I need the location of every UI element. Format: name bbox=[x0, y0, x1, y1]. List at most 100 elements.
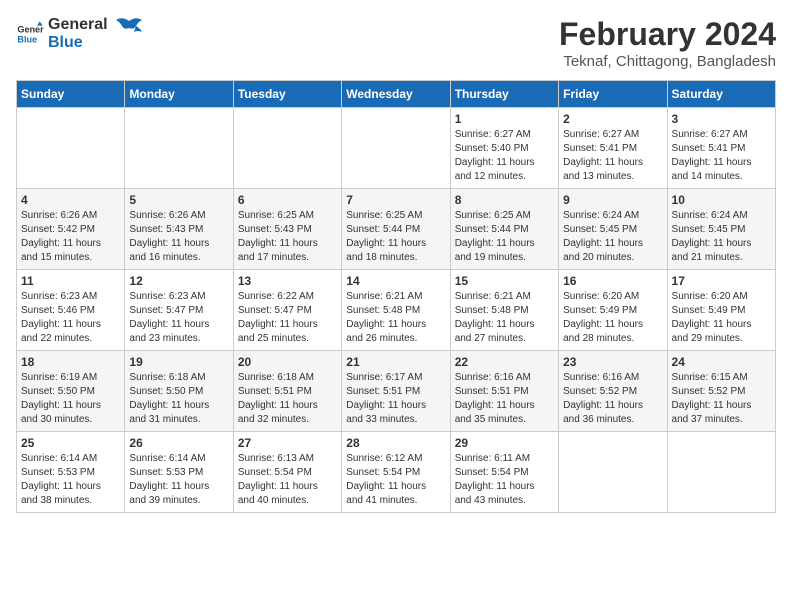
page-header: General Blue General Blue February 2024 … bbox=[16, 16, 776, 70]
day-number: 29 bbox=[455, 436, 554, 450]
calendar-cell bbox=[342, 108, 450, 189]
day-number: 3 bbox=[672, 112, 771, 126]
calendar-cell: 28 Sunrise: 6:12 AM Sunset: 5:54 PM Dayli… bbox=[342, 432, 450, 513]
calendar-cell: 25 Sunrise: 6:14 AM Sunset: 5:53 PM Dayli… bbox=[17, 432, 125, 513]
calendar-cell: 2 Sunrise: 6:27 AM Sunset: 5:41 PM Daylig… bbox=[559, 108, 667, 189]
day-number: 13 bbox=[238, 274, 337, 288]
day-info: Sunrise: 6:25 AM Sunset: 5:43 PM Dayligh… bbox=[238, 209, 337, 265]
day-number: 22 bbox=[455, 355, 554, 369]
calendar-cell bbox=[233, 108, 341, 189]
title-block: February 2024 Teknaf, Chittagong, Bangla… bbox=[559, 16, 776, 70]
day-number: 19 bbox=[129, 355, 228, 369]
day-info: Sunrise: 6:16 AM Sunset: 5:52 PM Dayligh… bbox=[563, 371, 662, 427]
calendar-week-row: 18 Sunrise: 6:19 AM Sunset: 5:50 PM Dayli… bbox=[17, 351, 776, 432]
day-info: Sunrise: 6:14 AM Sunset: 5:53 PM Dayligh… bbox=[129, 452, 228, 508]
calendar-cell: 10Sunrise: 6:24 AM Sunset: 5:45 PM Dayli… bbox=[667, 189, 775, 270]
calendar-cell: 18 Sunrise: 6:19 AM Sunset: 5:50 PM Dayli… bbox=[17, 351, 125, 432]
column-header-wednesday: Wednesday bbox=[342, 81, 450, 108]
day-number: 11 bbox=[21, 274, 120, 288]
logo-bird-icon bbox=[114, 16, 144, 44]
calendar-cell: 12 Sunrise: 6:23 AM Sunset: 5:47 PM Dayli… bbox=[125, 270, 233, 351]
day-number: 17 bbox=[672, 274, 771, 288]
day-number: 24 bbox=[672, 355, 771, 369]
day-number: 16 bbox=[563, 274, 662, 288]
calendar-cell: 14Sunrise: 6:21 AM Sunset: 5:48 PM Dayli… bbox=[342, 270, 450, 351]
calendar-cell: 4 Sunrise: 6:26 AM Sunset: 5:42 PM Daylig… bbox=[17, 189, 125, 270]
day-number: 9 bbox=[563, 193, 662, 207]
logo-general: General bbox=[48, 16, 108, 34]
calendar-cell: 15 Sunrise: 6:21 AM Sunset: 5:48 PM Dayli… bbox=[450, 270, 558, 351]
day-number: 25 bbox=[21, 436, 120, 450]
calendar-cell bbox=[559, 432, 667, 513]
column-header-thursday: Thursday bbox=[450, 81, 558, 108]
calendar-cell: 7Sunrise: 6:25 AM Sunset: 5:44 PM Daylig… bbox=[342, 189, 450, 270]
day-number: 18 bbox=[21, 355, 120, 369]
day-number: 21 bbox=[346, 355, 445, 369]
day-info: Sunrise: 6:17 AM Sunset: 5:51 PM Dayligh… bbox=[346, 371, 445, 427]
day-number: 8 bbox=[455, 193, 554, 207]
day-info: Sunrise: 6:18 AM Sunset: 5:51 PM Dayligh… bbox=[238, 371, 337, 427]
calendar-cell: 1Sunrise: 6:27 AM Sunset: 5:40 PM Daylig… bbox=[450, 108, 558, 189]
calendar-cell bbox=[125, 108, 233, 189]
logo-blue: Blue bbox=[48, 34, 108, 52]
day-info: Sunrise: 6:11 AM Sunset: 5:54 PM Dayligh… bbox=[455, 452, 554, 508]
day-info: Sunrise: 6:24 AM Sunset: 5:45 PM Dayligh… bbox=[672, 209, 771, 265]
calendar-cell: 19 Sunrise: 6:18 AM Sunset: 5:50 PM Dayli… bbox=[125, 351, 233, 432]
day-info: Sunrise: 6:15 AM Sunset: 5:52 PM Dayligh… bbox=[672, 371, 771, 427]
day-info: Sunrise: 6:25 AM Sunset: 5:44 PM Dayligh… bbox=[455, 209, 554, 265]
calendar-cell: 17Sunrise: 6:20 AM Sunset: 5:49 PM Dayli… bbox=[667, 270, 775, 351]
day-info: Sunrise: 6:21 AM Sunset: 5:48 PM Dayligh… bbox=[346, 290, 445, 346]
day-number: 26 bbox=[129, 436, 228, 450]
calendar-cell: 26 Sunrise: 6:14 AM Sunset: 5:53 PM Dayli… bbox=[125, 432, 233, 513]
day-info: Sunrise: 6:26 AM Sunset: 5:43 PM Dayligh… bbox=[129, 209, 228, 265]
day-info: Sunrise: 6:26 AM Sunset: 5:42 PM Dayligh… bbox=[21, 209, 120, 265]
calendar-cell: 22 Sunrise: 6:16 AM Sunset: 5:51 PM Dayli… bbox=[450, 351, 558, 432]
day-number: 27 bbox=[238, 436, 337, 450]
day-info: Sunrise: 6:21 AM Sunset: 5:48 PM Dayligh… bbox=[455, 290, 554, 346]
calendar-week-row: 11 Sunrise: 6:23 AM Sunset: 5:46 PM Dayli… bbox=[17, 270, 776, 351]
calendar-cell: 6Sunrise: 6:25 AM Sunset: 5:43 PM Daylig… bbox=[233, 189, 341, 270]
day-number: 4 bbox=[21, 193, 120, 207]
day-number: 28 bbox=[346, 436, 445, 450]
logo-icon: General Blue bbox=[16, 20, 44, 48]
day-info: Sunrise: 6:13 AM Sunset: 5:54 PM Dayligh… bbox=[238, 452, 337, 508]
calendar-cell: 27 Sunrise: 6:13 AM Sunset: 5:54 PM Dayli… bbox=[233, 432, 341, 513]
month-year-title: February 2024 bbox=[559, 16, 776, 53]
day-number: 2 bbox=[563, 112, 662, 126]
day-info: Sunrise: 6:27 AM Sunset: 5:40 PM Dayligh… bbox=[455, 128, 554, 184]
svg-text:Blue: Blue bbox=[17, 34, 37, 44]
calendar-cell: 20 Sunrise: 6:18 AM Sunset: 5:51 PM Dayli… bbox=[233, 351, 341, 432]
day-info: Sunrise: 6:23 AM Sunset: 5:46 PM Dayligh… bbox=[21, 290, 120, 346]
calendar-cell: 5 Sunrise: 6:26 AM Sunset: 5:43 PM Daylig… bbox=[125, 189, 233, 270]
day-number: 15 bbox=[455, 274, 554, 288]
column-header-tuesday: Tuesday bbox=[233, 81, 341, 108]
calendar-cell: 29 Sunrise: 6:11 AM Sunset: 5:54 PM Dayli… bbox=[450, 432, 558, 513]
day-info: Sunrise: 6:23 AM Sunset: 5:47 PM Dayligh… bbox=[129, 290, 228, 346]
column-header-monday: Monday bbox=[125, 81, 233, 108]
day-info: Sunrise: 6:27 AM Sunset: 5:41 PM Dayligh… bbox=[672, 128, 771, 184]
calendar-week-row: 25 Sunrise: 6:14 AM Sunset: 5:53 PM Dayli… bbox=[17, 432, 776, 513]
day-number: 5 bbox=[129, 193, 228, 207]
day-number: 20 bbox=[238, 355, 337, 369]
day-info: Sunrise: 6:16 AM Sunset: 5:51 PM Dayligh… bbox=[455, 371, 554, 427]
calendar-cell: 24 Sunrise: 6:15 AM Sunset: 5:52 PM Dayli… bbox=[667, 351, 775, 432]
calendar-cell: 21 Sunrise: 6:17 AM Sunset: 5:51 PM Dayli… bbox=[342, 351, 450, 432]
logo: General Blue General Blue bbox=[16, 16, 144, 51]
day-info: Sunrise: 6:20 AM Sunset: 5:49 PM Dayligh… bbox=[563, 290, 662, 346]
calendar-cell: 9Sunrise: 6:24 AM Sunset: 5:45 PM Daylig… bbox=[559, 189, 667, 270]
day-info: Sunrise: 6:14 AM Sunset: 5:53 PM Dayligh… bbox=[21, 452, 120, 508]
day-info: Sunrise: 6:27 AM Sunset: 5:41 PM Dayligh… bbox=[563, 128, 662, 184]
calendar-cell: 3 Sunrise: 6:27 AM Sunset: 5:41 PM Daylig… bbox=[667, 108, 775, 189]
svg-text:General: General bbox=[17, 24, 44, 34]
day-number: 12 bbox=[129, 274, 228, 288]
column-header-saturday: Saturday bbox=[667, 81, 775, 108]
day-info: Sunrise: 6:25 AM Sunset: 5:44 PM Dayligh… bbox=[346, 209, 445, 265]
calendar-cell bbox=[667, 432, 775, 513]
calendar-cell: 16 Sunrise: 6:20 AM Sunset: 5:49 PM Dayli… bbox=[559, 270, 667, 351]
day-info: Sunrise: 6:12 AM Sunset: 5:54 PM Dayligh… bbox=[346, 452, 445, 508]
calendar-cell bbox=[17, 108, 125, 189]
day-info: Sunrise: 6:18 AM Sunset: 5:50 PM Dayligh… bbox=[129, 371, 228, 427]
calendar-cell: 8 Sunrise: 6:25 AM Sunset: 5:44 PM Daylig… bbox=[450, 189, 558, 270]
day-info: Sunrise: 6:19 AM Sunset: 5:50 PM Dayligh… bbox=[21, 371, 120, 427]
column-header-friday: Friday bbox=[559, 81, 667, 108]
